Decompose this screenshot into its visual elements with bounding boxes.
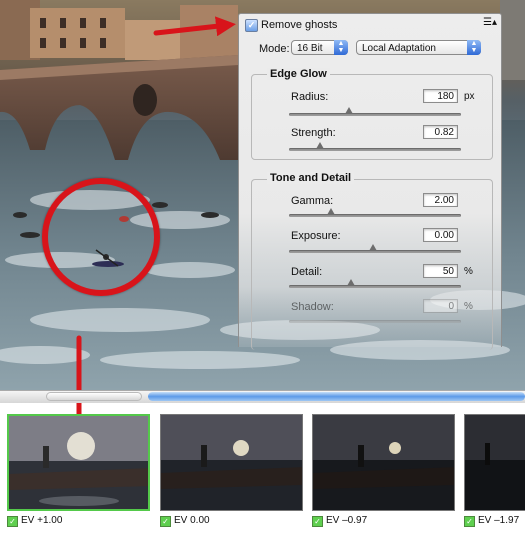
method-select[interactable]: Local Adaptation ▲ ▼ — [356, 40, 481, 55]
include-checkbox[interactable]: ✓ — [7, 516, 18, 527]
exposure-label: Exposure: — [291, 230, 341, 242]
thumbnail-caption-3: ✓ EV –0.97 — [312, 515, 367, 527]
thumbnail-ev-minus-197[interactable] — [464, 414, 525, 511]
gamma-input[interactable]: 2.00 — [423, 193, 458, 207]
include-checkbox[interactable]: ✓ — [464, 516, 475, 527]
include-checkbox[interactable]: ✓ — [160, 516, 171, 527]
ev-label: EV –1.97 — [478, 515, 520, 526]
bit-depth-value: 16 Bit — [297, 43, 323, 54]
annotation-circle — [42, 178, 160, 296]
detail-label: Detail: — [291, 266, 323, 278]
shadow-label: Shadow: — [291, 301, 334, 313]
shadow-slider-track[interactable] — [289, 320, 461, 323]
chevron-updown-icon: ▲ ▼ — [467, 40, 481, 55]
detail-slider-track[interactable] — [289, 285, 461, 288]
shadow-input[interactable]: 0 — [423, 299, 458, 313]
strength-slider-track[interactable] — [289, 148, 461, 151]
remove-ghosts-checkbox[interactable]: ✓ — [245, 19, 258, 32]
gamma-slider-handle[interactable] — [327, 208, 335, 215]
edge-glow-title: Edge Glow — [267, 68, 330, 80]
mode-label: Mode: — [259, 43, 290, 55]
thumbnail-image — [161, 415, 302, 510]
strength-label: Strength: — [291, 127, 336, 139]
radius-slider-track[interactable] — [289, 113, 461, 116]
scrollbar-thumb[interactable] — [148, 392, 525, 401]
ev-label: EV +1.00 — [21, 515, 63, 526]
strength-slider-handle[interactable] — [316, 142, 324, 149]
gamma-label: Gamma: — [291, 195, 334, 207]
tone-detail-title: Tone and Detail — [267, 172, 355, 184]
exposure-slider-handle[interactable] — [369, 244, 377, 251]
detail-slider-handle[interactable] — [347, 279, 355, 286]
thumbnail-image — [313, 415, 454, 510]
thumbnail-caption-4: ✓ EV –1.97 — [464, 515, 519, 527]
preview-scrollbar[interactable] — [0, 390, 525, 403]
detail-unit: % — [464, 266, 473, 277]
thumbnail-ev-minus-097[interactable] — [312, 414, 455, 511]
include-checkbox[interactable]: ✓ — [312, 516, 323, 527]
thumbnail-caption-2: ✓ EV 0.00 — [160, 515, 210, 527]
thumbnail-ev-plus-1[interactable] — [7, 414, 150, 511]
thumbnail-image — [9, 416, 148, 509]
thumbnail-ev-0[interactable] — [160, 414, 303, 511]
gamma-slider-track[interactable] — [289, 214, 461, 217]
list-menu-icon[interactable]: ☰▴ — [483, 17, 497, 28]
chevron-updown-icon: ▲ ▼ — [334, 40, 348, 55]
radius-input[interactable]: 180 — [423, 89, 458, 103]
hdr-options-panel: ✓ Remove ghosts ☰▴ Mode: 16 Bit ▲ ▼ Local… — [238, 13, 502, 350]
strength-input[interactable]: 0.82 — [423, 125, 458, 139]
method-value: Local Adaptation — [362, 43, 436, 54]
thumbnail-image — [465, 415, 525, 510]
scrollbar-track-left[interactable] — [46, 392, 142, 401]
shadow-unit: % — [464, 301, 473, 312]
exposure-input[interactable]: 0.00 — [423, 228, 458, 242]
detail-input[interactable]: 50 — [423, 264, 458, 278]
radius-label: Radius: — [291, 91, 329, 103]
ev-label: EV –0.97 — [326, 515, 368, 526]
thumbnail-caption-1: ✓ EV +1.00 — [7, 515, 62, 527]
remove-ghosts-label: Remove ghosts — [261, 19, 338, 31]
ev-label: EV 0.00 — [174, 515, 210, 526]
radius-slider-handle[interactable] — [345, 107, 353, 114]
bit-depth-select[interactable]: 16 Bit ▲ ▼ — [291, 40, 348, 55]
radius-unit: px — [464, 91, 475, 102]
